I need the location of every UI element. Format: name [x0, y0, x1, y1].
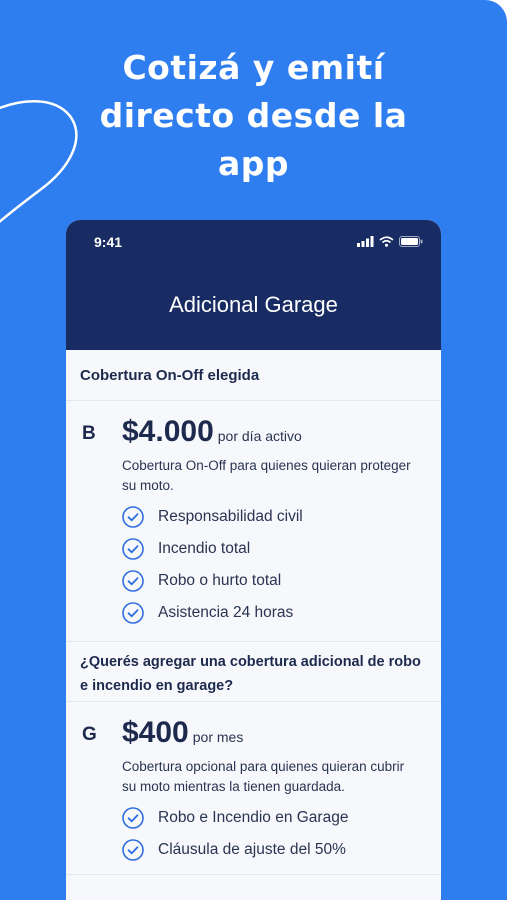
- feature-label: Cláusula de ajuste del 50%: [158, 841, 346, 858]
- plan-price: $400: [122, 716, 189, 749]
- feature-list: Responsabilidad civil Incendio total Rob…: [122, 501, 303, 629]
- plan-description: Cobertura On-Off para quienes quieran pr…: [122, 458, 411, 493]
- feature-item: Robo o hurto total: [122, 565, 303, 597]
- price-row: $4.000 por día activo: [122, 415, 302, 449]
- feature-item: Robo e Incendio en Garage: [122, 802, 348, 834]
- add-coverage-question: ¿Querés agregar una cobertura adicional …: [66, 642, 441, 702]
- wifi-icon: [379, 236, 394, 247]
- feature-label: Responsabilidad civil: [158, 508, 303, 525]
- feature-item: Cláusula de ajuste del 50%: [122, 834, 348, 866]
- check-circle-icon: [122, 839, 144, 861]
- promo-background: Cotizá y emití directo desde la app 9:41: [0, 0, 507, 900]
- signal-icon: [357, 236, 374, 247]
- check-circle-icon: [122, 807, 144, 829]
- plan-card-g[interactable]: G $400 por mes Cobertura opcional para q…: [66, 702, 441, 875]
- feature-item: Incendio total: [122, 533, 303, 565]
- screen-title: Adicional Garage: [169, 292, 338, 317]
- feature-item: Asistencia 24 horas: [122, 597, 303, 629]
- plan-price: $4.000: [122, 415, 214, 448]
- plan-letter: B: [82, 423, 96, 444]
- status-time: 9:41: [94, 234, 123, 250]
- battery-icon: [399, 236, 423, 247]
- plan-card-b[interactable]: B $4.000 por día activo Cobertura On-Off…: [66, 401, 441, 642]
- app-header: 9:41 Adicional Garage: [66, 220, 441, 350]
- plan-letter: G: [82, 724, 97, 745]
- check-circle-icon: [122, 570, 144, 592]
- feature-label: Robo o hurto total: [158, 572, 282, 589]
- headline: Cotizá y emití directo desde la app: [99, 48, 408, 183]
- status-icons: [357, 236, 423, 247]
- feature-list: Robo e Incendio en Garage Cláusula de aj…: [122, 802, 348, 866]
- chosen-coverage-label: Cobertura On-Off elegida: [66, 350, 441, 401]
- plan-description: Cobertura opcional para quienes quieran …: [122, 759, 405, 794]
- check-circle-icon: [122, 538, 144, 560]
- feature-label: Robo e Incendio en Garage: [158, 809, 349, 826]
- price-row: $400 por mes: [122, 716, 243, 750]
- feature-item: Responsabilidad civil: [122, 501, 303, 533]
- phone-mockup: 9:41 Adicional Garage Cobertura On-Off e…: [66, 220, 441, 900]
- plan-period: por mes: [192, 729, 244, 745]
- feature-label: Asistencia 24 horas: [158, 604, 294, 621]
- feature-label: Incendio total: [158, 540, 251, 557]
- plan-period: por día activo: [217, 428, 302, 444]
- check-circle-icon: [122, 506, 144, 528]
- check-circle-icon: [122, 602, 144, 624]
